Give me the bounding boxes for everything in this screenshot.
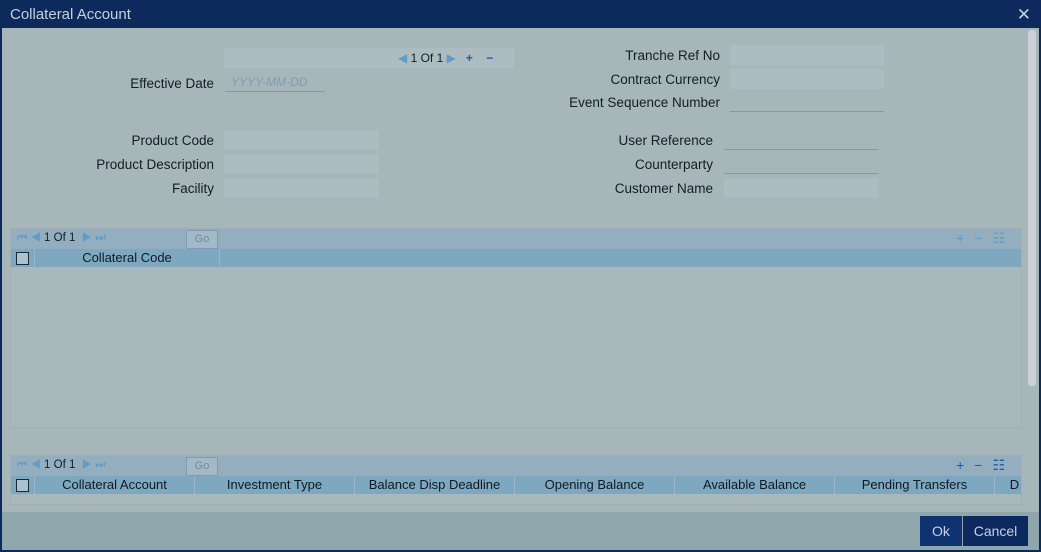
go-button[interactable]: Go bbox=[186, 230, 218, 249]
customer-name-label: Customer Name bbox=[614, 181, 713, 196]
effective-date-input[interactable]: YYYY-MM-DD bbox=[225, 72, 325, 92]
add-row-icon[interactable]: + bbox=[956, 457, 974, 473]
grid-toolbar: ⏮ ◀ 1 Of 1 ▶ ⏭ Go +−☷ bbox=[11, 456, 1021, 476]
grid-header: Collateral Account Investment Type Balan… bbox=[11, 476, 1021, 494]
delete-row-icon[interactable]: − bbox=[974, 457, 992, 473]
title-bar: Collateral Account ✕ bbox=[2, 2, 1039, 28]
add-row-icon[interactable]: + bbox=[956, 230, 974, 246]
prev-icon[interactable]: ◀ bbox=[398, 51, 407, 65]
cancel-button[interactable]: Cancel bbox=[963, 516, 1028, 546]
ok-button[interactable]: Ok bbox=[920, 516, 962, 546]
grid-toolbar: ⏮ ◀ 1 Of 1 ▶ ⏭ Go +−☷ bbox=[11, 229, 1021, 249]
user-reference-input[interactable] bbox=[724, 130, 878, 150]
select-all-checkbox[interactable] bbox=[11, 249, 35, 267]
effective-date-label: Effective Date bbox=[130, 76, 214, 91]
event-sequence-number-input[interactable] bbox=[730, 92, 884, 112]
last-page-icon[interactable]: ⏭ bbox=[95, 459, 105, 471]
add-icon[interactable]: + bbox=[466, 51, 473, 65]
next-page-icon[interactable]: ▶ bbox=[82, 459, 92, 471]
column-header[interactable]: D bbox=[995, 476, 1021, 494]
column-header[interactable]: Opening Balance bbox=[515, 476, 675, 494]
window-title: Collateral Account bbox=[10, 6, 131, 23]
tranche-ref-no-input[interactable] bbox=[730, 45, 884, 65]
last-page-icon[interactable]: ⏭ bbox=[95, 232, 105, 244]
contract-currency-input[interactable] bbox=[730, 69, 884, 89]
close-icon[interactable]: ✕ bbox=[1017, 5, 1031, 25]
column-header[interactable]: Pending Transfers bbox=[835, 476, 995, 494]
header-pagination: ◀ 1 Of 1 ▶ + − bbox=[398, 51, 493, 65]
columns-icon[interactable]: ☷ bbox=[992, 457, 1015, 473]
grid-header: Collateral Code bbox=[11, 249, 1021, 267]
product-description-label: Product Description bbox=[96, 157, 214, 172]
remove-icon[interactable]: − bbox=[486, 51, 493, 65]
column-header[interactable]: Collateral Code bbox=[35, 249, 220, 267]
next-page-icon[interactable]: ▶ bbox=[82, 232, 92, 244]
customer-name-input[interactable] bbox=[724, 178, 878, 198]
first-page-icon[interactable]: ⏮ bbox=[17, 232, 27, 244]
collateral-code-grid: ⏮ ◀ 1 Of 1 ▶ ⏭ Go +−☷ Collateral Code bbox=[10, 228, 1022, 428]
event-sequence-number-label: Event Sequence Number bbox=[569, 95, 720, 110]
collateral-account-window: Collateral Account ✕ ◀ 1 Of 1 ▶ + − Effe… bbox=[0, 0, 1041, 552]
prev-page-icon[interactable]: ◀ bbox=[31, 459, 41, 471]
contract-currency-label: Contract Currency bbox=[610, 72, 720, 87]
page-indicator: 1 Of 1 bbox=[44, 459, 76, 471]
next-icon[interactable]: ▶ bbox=[447, 51, 456, 65]
user-reference-label: User Reference bbox=[618, 133, 713, 148]
first-page-icon[interactable]: ⏮ bbox=[17, 459, 27, 471]
columns-icon[interactable]: ☷ bbox=[992, 230, 1015, 246]
counterparty-label: Counterparty bbox=[634, 157, 713, 172]
product-code-label: Product Code bbox=[131, 133, 214, 148]
page-indicator: 1 Of 1 bbox=[44, 232, 76, 244]
column-header[interactable]: Collateral Account bbox=[35, 476, 195, 494]
vertical-scrollbar[interactable] bbox=[1028, 30, 1036, 386]
collateral-account-grid: ⏮ ◀ 1 Of 1 ▶ ⏭ Go +−☷ Collateral Account… bbox=[10, 455, 1022, 505]
page-indicator: 1 Of 1 bbox=[410, 51, 444, 65]
counterparty-input[interactable] bbox=[724, 154, 878, 174]
select-all-checkbox[interactable] bbox=[11, 476, 35, 494]
column-header[interactable]: Balance Disp Deadline bbox=[355, 476, 515, 494]
footer bbox=[2, 512, 1039, 550]
prev-page-icon[interactable]: ◀ bbox=[31, 232, 41, 244]
facility-input[interactable] bbox=[224, 178, 379, 198]
column-header[interactable]: Available Balance bbox=[675, 476, 835, 494]
delete-row-icon[interactable]: − bbox=[974, 230, 992, 246]
facility-label: Facility bbox=[171, 181, 214, 196]
column-header[interactable]: Investment Type bbox=[195, 476, 355, 494]
tranche-ref-no-label: Tranche Ref No bbox=[625, 48, 720, 63]
product-description-input[interactable] bbox=[224, 154, 379, 174]
go-button[interactable]: Go bbox=[186, 457, 218, 476]
product-code-input[interactable] bbox=[224, 130, 379, 150]
